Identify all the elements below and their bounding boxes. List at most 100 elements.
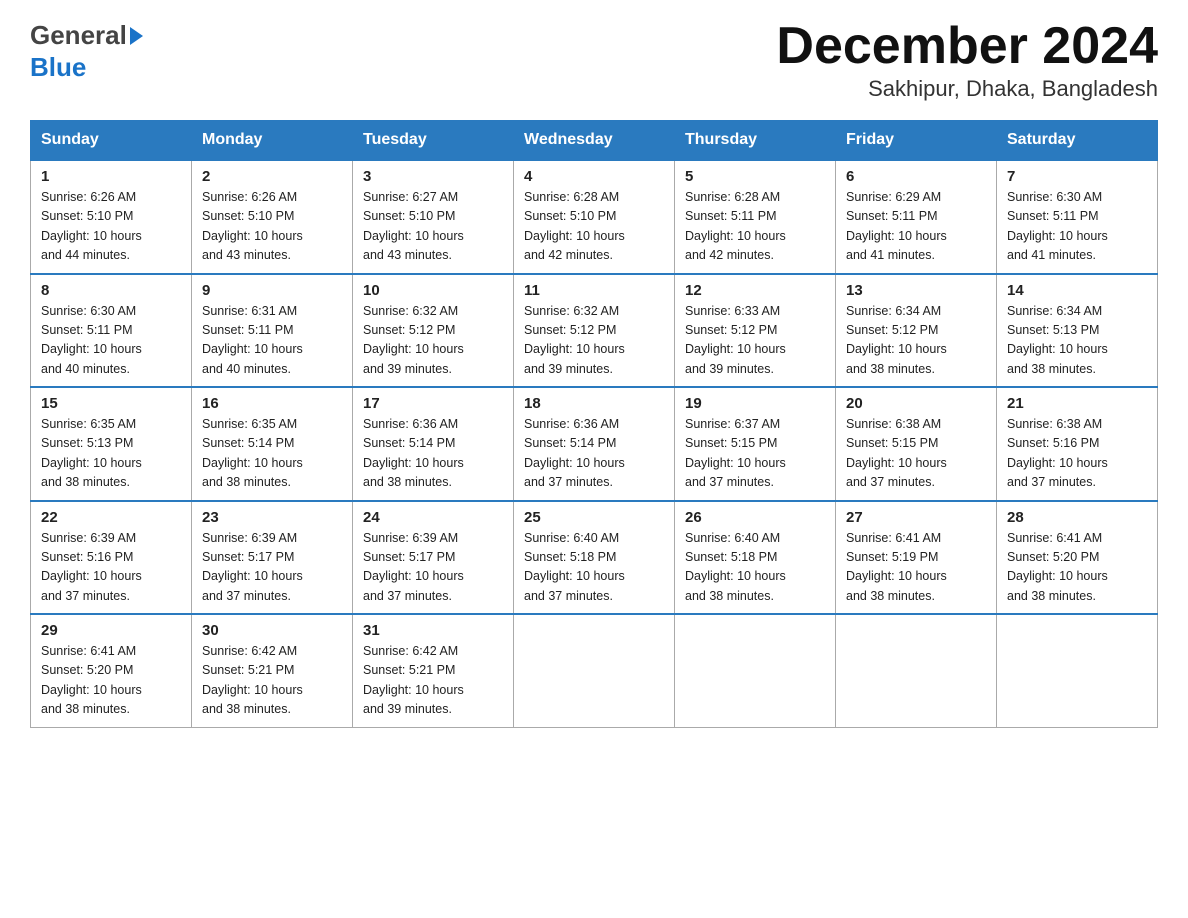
calendar-cell: 6 Sunrise: 6:29 AMSunset: 5:11 PMDayligh… — [836, 160, 997, 274]
calendar-cell: 17 Sunrise: 6:36 AMSunset: 5:14 PMDaylig… — [353, 387, 514, 501]
header-sunday: Sunday — [31, 121, 192, 161]
day-info: Sunrise: 6:38 AMSunset: 5:16 PMDaylight:… — [1007, 417, 1108, 489]
day-number: 12 — [685, 282, 825, 299]
day-info: Sunrise: 6:32 AMSunset: 5:12 PMDaylight:… — [524, 304, 625, 376]
calendar-header-row: SundayMondayTuesdayWednesdayThursdayFrid… — [31, 121, 1158, 161]
day-info: Sunrise: 6:39 AMSunset: 5:17 PMDaylight:… — [202, 531, 303, 603]
day-number: 17 — [363, 395, 503, 412]
calendar-cell: 5 Sunrise: 6:28 AMSunset: 5:11 PMDayligh… — [675, 160, 836, 274]
day-info: Sunrise: 6:41 AMSunset: 5:19 PMDaylight:… — [846, 531, 947, 603]
header-friday: Friday — [836, 121, 997, 161]
calendar-week-5: 29 Sunrise: 6:41 AMSunset: 5:20 PMDaylig… — [31, 614, 1158, 727]
title-block: December 2024 Sakhipur, Dhaka, Banglades… — [776, 20, 1158, 102]
calendar-cell: 2 Sunrise: 6:26 AMSunset: 5:10 PMDayligh… — [192, 160, 353, 274]
day-number: 19 — [685, 395, 825, 412]
calendar-cell: 13 Sunrise: 6:34 AMSunset: 5:12 PMDaylig… — [836, 274, 997, 388]
day-number: 21 — [1007, 395, 1147, 412]
day-number: 1 — [41, 168, 181, 185]
location-title: Sakhipur, Dhaka, Bangladesh — [776, 76, 1158, 102]
calendar-cell: 31 Sunrise: 6:42 AMSunset: 5:21 PMDaylig… — [353, 614, 514, 727]
page-header: General Blue December 2024 Sakhipur, Dha… — [30, 20, 1158, 102]
day-number: 31 — [363, 622, 503, 639]
calendar-cell: 12 Sunrise: 6:33 AMSunset: 5:12 PMDaylig… — [675, 274, 836, 388]
calendar-cell: 9 Sunrise: 6:31 AMSunset: 5:11 PMDayligh… — [192, 274, 353, 388]
day-info: Sunrise: 6:42 AMSunset: 5:21 PMDaylight:… — [363, 644, 464, 716]
calendar-cell: 27 Sunrise: 6:41 AMSunset: 5:19 PMDaylig… — [836, 501, 997, 615]
day-info: Sunrise: 6:29 AMSunset: 5:11 PMDaylight:… — [846, 190, 947, 262]
calendar-cell: 28 Sunrise: 6:41 AMSunset: 5:20 PMDaylig… — [997, 501, 1158, 615]
calendar-cell — [836, 614, 997, 727]
day-info: Sunrise: 6:40 AMSunset: 5:18 PMDaylight:… — [685, 531, 786, 603]
day-number: 6 — [846, 168, 986, 185]
calendar-week-1: 1 Sunrise: 6:26 AMSunset: 5:10 PMDayligh… — [31, 160, 1158, 274]
calendar-cell: 14 Sunrise: 6:34 AMSunset: 5:13 PMDaylig… — [997, 274, 1158, 388]
logo-triangle-icon — [130, 27, 143, 45]
day-info: Sunrise: 6:35 AMSunset: 5:14 PMDaylight:… — [202, 417, 303, 489]
header-thursday: Thursday — [675, 121, 836, 161]
calendar-cell: 16 Sunrise: 6:35 AMSunset: 5:14 PMDaylig… — [192, 387, 353, 501]
header-wednesday: Wednesday — [514, 121, 675, 161]
day-info: Sunrise: 6:39 AMSunset: 5:16 PMDaylight:… — [41, 531, 142, 603]
calendar-table: SundayMondayTuesdayWednesdayThursdayFrid… — [30, 120, 1158, 728]
day-number: 29 — [41, 622, 181, 639]
calendar-cell: 30 Sunrise: 6:42 AMSunset: 5:21 PMDaylig… — [192, 614, 353, 727]
calendar-cell: 25 Sunrise: 6:40 AMSunset: 5:18 PMDaylig… — [514, 501, 675, 615]
day-number: 2 — [202, 168, 342, 185]
calendar-cell: 8 Sunrise: 6:30 AMSunset: 5:11 PMDayligh… — [31, 274, 192, 388]
day-number: 7 — [1007, 168, 1147, 185]
calendar-cell: 10 Sunrise: 6:32 AMSunset: 5:12 PMDaylig… — [353, 274, 514, 388]
calendar-cell — [514, 614, 675, 727]
day-info: Sunrise: 6:34 AMSunset: 5:12 PMDaylight:… — [846, 304, 947, 376]
day-info: Sunrise: 6:28 AMSunset: 5:11 PMDaylight:… — [685, 190, 786, 262]
day-info: Sunrise: 6:26 AMSunset: 5:10 PMDaylight:… — [41, 190, 142, 262]
calendar-cell: 15 Sunrise: 6:35 AMSunset: 5:13 PMDaylig… — [31, 387, 192, 501]
day-number: 8 — [41, 282, 181, 299]
day-number: 5 — [685, 168, 825, 185]
day-info: Sunrise: 6:26 AMSunset: 5:10 PMDaylight:… — [202, 190, 303, 262]
day-info: Sunrise: 6:30 AMSunset: 5:11 PMDaylight:… — [41, 304, 142, 376]
calendar-cell: 7 Sunrise: 6:30 AMSunset: 5:11 PMDayligh… — [997, 160, 1158, 274]
day-info: Sunrise: 6:36 AMSunset: 5:14 PMDaylight:… — [363, 417, 464, 489]
calendar-cell: 26 Sunrise: 6:40 AMSunset: 5:18 PMDaylig… — [675, 501, 836, 615]
day-number: 18 — [524, 395, 664, 412]
day-number: 27 — [846, 509, 986, 526]
day-info: Sunrise: 6:28 AMSunset: 5:10 PMDaylight:… — [524, 190, 625, 262]
calendar-cell: 19 Sunrise: 6:37 AMSunset: 5:15 PMDaylig… — [675, 387, 836, 501]
day-number: 11 — [524, 282, 664, 299]
day-number: 20 — [846, 395, 986, 412]
day-number: 13 — [846, 282, 986, 299]
header-tuesday: Tuesday — [353, 121, 514, 161]
day-number: 10 — [363, 282, 503, 299]
day-number: 22 — [41, 509, 181, 526]
day-number: 26 — [685, 509, 825, 526]
calendar-cell — [675, 614, 836, 727]
day-info: Sunrise: 6:42 AMSunset: 5:21 PMDaylight:… — [202, 644, 303, 716]
month-title: December 2024 — [776, 20, 1158, 72]
day-number: 3 — [363, 168, 503, 185]
day-number: 15 — [41, 395, 181, 412]
calendar-cell: 22 Sunrise: 6:39 AMSunset: 5:16 PMDaylig… — [31, 501, 192, 615]
day-number: 4 — [524, 168, 664, 185]
calendar-cell: 4 Sunrise: 6:28 AMSunset: 5:10 PMDayligh… — [514, 160, 675, 274]
day-info: Sunrise: 6:31 AMSunset: 5:11 PMDaylight:… — [202, 304, 303, 376]
calendar-week-2: 8 Sunrise: 6:30 AMSunset: 5:11 PMDayligh… — [31, 274, 1158, 388]
day-info: Sunrise: 6:37 AMSunset: 5:15 PMDaylight:… — [685, 417, 786, 489]
day-number: 25 — [524, 509, 664, 526]
header-monday: Monday — [192, 121, 353, 161]
logo-general-text: General — [30, 20, 127, 51]
logo: General Blue — [30, 20, 143, 83]
calendar-cell: 20 Sunrise: 6:38 AMSunset: 5:15 PMDaylig… — [836, 387, 997, 501]
day-info: Sunrise: 6:38 AMSunset: 5:15 PMDaylight:… — [846, 417, 947, 489]
calendar-cell: 3 Sunrise: 6:27 AMSunset: 5:10 PMDayligh… — [353, 160, 514, 274]
day-info: Sunrise: 6:30 AMSunset: 5:11 PMDaylight:… — [1007, 190, 1108, 262]
calendar-cell: 21 Sunrise: 6:38 AMSunset: 5:16 PMDaylig… — [997, 387, 1158, 501]
calendar-week-3: 15 Sunrise: 6:35 AMSunset: 5:13 PMDaylig… — [31, 387, 1158, 501]
day-info: Sunrise: 6:33 AMSunset: 5:12 PMDaylight:… — [685, 304, 786, 376]
day-number: 24 — [363, 509, 503, 526]
calendar-cell: 24 Sunrise: 6:39 AMSunset: 5:17 PMDaylig… — [353, 501, 514, 615]
calendar-cell: 1 Sunrise: 6:26 AMSunset: 5:10 PMDayligh… — [31, 160, 192, 274]
day-info: Sunrise: 6:34 AMSunset: 5:13 PMDaylight:… — [1007, 304, 1108, 376]
calendar-cell: 18 Sunrise: 6:36 AMSunset: 5:14 PMDaylig… — [514, 387, 675, 501]
calendar-cell: 11 Sunrise: 6:32 AMSunset: 5:12 PMDaylig… — [514, 274, 675, 388]
calendar-cell: 23 Sunrise: 6:39 AMSunset: 5:17 PMDaylig… — [192, 501, 353, 615]
